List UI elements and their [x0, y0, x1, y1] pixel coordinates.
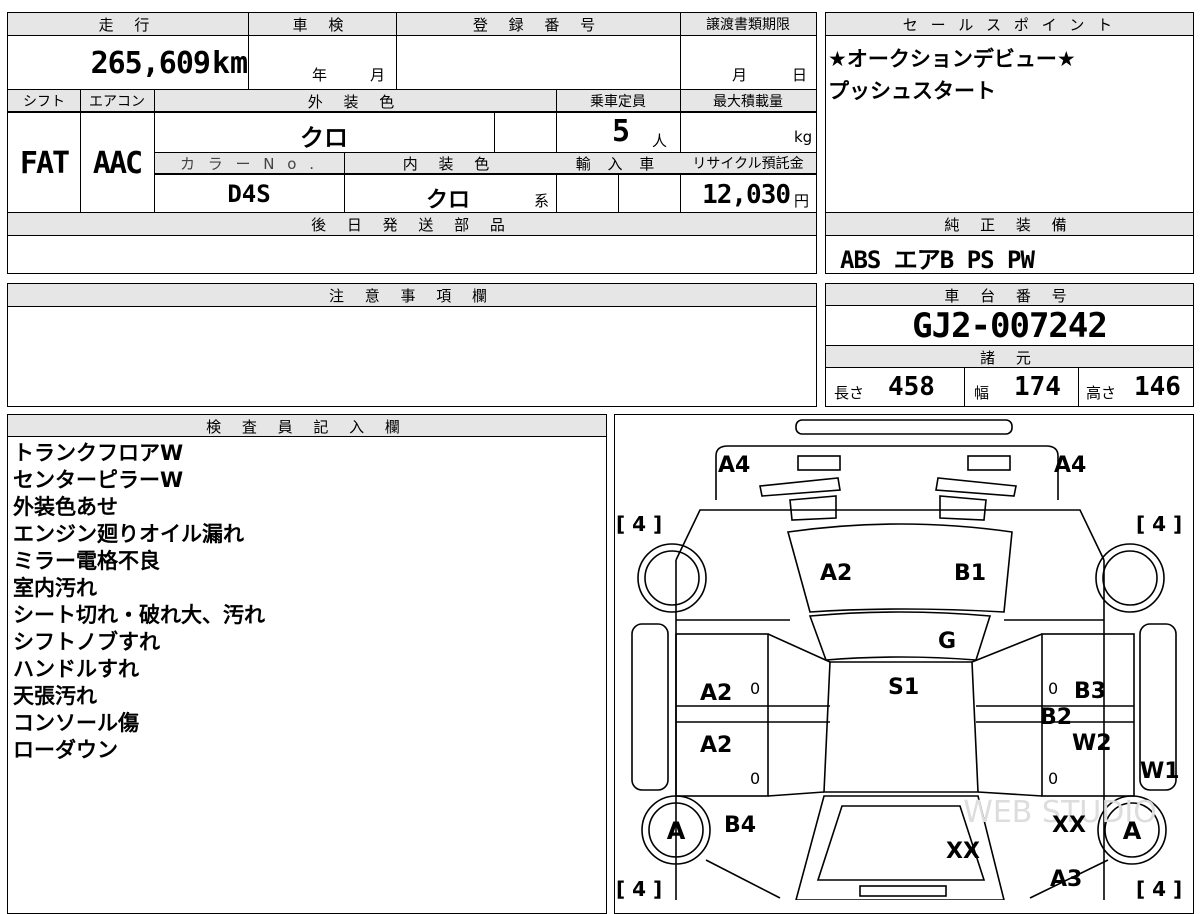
tire-mark: [ 4 ]	[616, 512, 662, 536]
inspector-note: シフトノブすれ	[13, 630, 160, 654]
mark-g-windshield: G	[938, 629, 956, 654]
shift-value: FAT	[19, 146, 70, 181]
inspector-note: コンソール傷	[13, 711, 139, 735]
width-value: 174	[1014, 372, 1061, 402]
chassis-value: GJ2-007242	[912, 306, 1108, 346]
inspector-note: 室内汚れ	[13, 576, 97, 600]
mark-b3: B3	[1074, 679, 1106, 704]
tire-mark: [ 4 ]	[1136, 877, 1182, 900]
registration-label: 登 録 番 号	[472, 16, 604, 34]
shaken-month-unit: 月	[370, 66, 386, 84]
mark-zero: 0	[750, 679, 760, 698]
inspector-notes: トランクフロアW センターピラーW 外装色あせ エンジン廻りオイル漏れ ミラー電…	[13, 440, 265, 764]
wheel-label: A	[667, 817, 686, 845]
mark-a2-hood: A2	[820, 561, 852, 586]
inspector-note: シート切れ・破れ大、汚れ	[13, 603, 265, 627]
capacity-unit: 人	[652, 132, 668, 150]
inspector-note: 天張汚れ	[13, 684, 97, 708]
mark-w2: W2	[1072, 731, 1112, 756]
car-diagram: WEB STUDIO [ 4 ] [ 4 ] [ 4 ] [ 4 ] A A A…	[616, 419, 1182, 900]
color-no-value: D4S	[227, 180, 271, 208]
recycle-unit: 円	[794, 192, 810, 210]
height-label: 高さ	[1086, 384, 1117, 402]
transfer-month-unit: 月	[732, 66, 748, 84]
transfer-deadline-label: 譲渡書類期限	[706, 17, 790, 33]
caution-label: 注 意 事 項 欄	[328, 287, 496, 305]
mark-zero: 0	[750, 769, 760, 788]
interior-color-label: 内 装 色	[402, 155, 498, 173]
recycle-value: 12,030	[702, 180, 791, 210]
sales-point-line: ★オークションデビュー★	[828, 47, 1076, 71]
capacity-value: 5	[612, 114, 631, 149]
equipment-value: ABS エアB PS PW	[840, 246, 1035, 274]
mark-xx-trunk: XX	[946, 839, 980, 864]
color-no-label: カ ラ ー N o .	[179, 155, 318, 173]
mark-b1-hood: B1	[954, 561, 986, 586]
tire-mark: [ 4 ]	[616, 877, 662, 900]
shaken-label: 車 検	[292, 16, 352, 34]
inspector-note: 外装色あせ	[13, 495, 118, 519]
import-label: 輸 入 車	[575, 155, 661, 173]
mileage-value: 265,609	[90, 46, 211, 81]
exterior-color-label: 外 装 色	[307, 93, 403, 111]
aircon-label: エアコン	[89, 94, 145, 110]
shaken-year-unit: 年	[312, 66, 328, 84]
mark-xx-right: XX	[1052, 813, 1086, 838]
equipment-label: 純 正 装 備	[944, 216, 1075, 234]
mark-s1-roof: S1	[888, 675, 919, 700]
tire-mark: [ 4 ]	[1136, 512, 1182, 536]
mark-b4: B4	[724, 813, 756, 838]
aircon-value: AAC	[92, 146, 143, 181]
mark-zero: 0	[1048, 679, 1058, 698]
inspector-note: ミラー電格不良	[13, 549, 160, 573]
recycle-label: リサイクル預託金	[692, 156, 804, 172]
mark-b2: B2	[1040, 705, 1072, 730]
inspector-note: トランクフロアW	[13, 441, 184, 465]
sales-points-label: セ ー ル ス ポ イ ン ト	[902, 16, 1117, 34]
inspector-label: 検 査 員 記 入 欄	[206, 418, 408, 436]
interior-color-value: クロ	[426, 188, 471, 213]
max-load-label: 最大積載量	[713, 94, 783, 110]
exterior-color-value: クロ	[300, 124, 348, 152]
mark-a3: A3	[1050, 867, 1082, 892]
inspector-note: ハンドルすれ	[13, 657, 139, 681]
sales-point-line: プッシュスタート	[828, 79, 996, 103]
dimensions-label: 諸 元	[980, 349, 1039, 367]
later-parts-label: 後 日 発 送 部 品	[311, 216, 513, 234]
mark-a2-rear-door: A2	[700, 733, 732, 758]
transfer-day-unit: 日	[792, 66, 808, 84]
length-label: 長さ	[834, 384, 865, 402]
capacity-label: 乗車定員	[590, 94, 646, 110]
mileage-label: 走 行	[98, 16, 158, 34]
width-label: 幅	[974, 384, 990, 402]
mark-zero: 0	[1048, 769, 1058, 788]
mark-w1: W1	[1140, 759, 1180, 784]
height-value: 146	[1134, 372, 1181, 402]
mark-a2-front-door: A2	[700, 681, 732, 706]
length-value: 458	[888, 372, 935, 402]
mark-a4-left: A4	[718, 453, 750, 478]
inspector-note: ローダウン	[13, 738, 118, 762]
mark-a4-right: A4	[1054, 453, 1086, 478]
max-load-unit: kg	[794, 128, 813, 146]
chassis-label: 車 台 番 号	[944, 287, 1075, 305]
inspector-note: センターピラーW	[13, 468, 184, 492]
mileage-unit: km	[212, 46, 249, 81]
interior-color-suffix: 系	[534, 192, 550, 210]
wheel-label: A	[1123, 817, 1142, 845]
inspector-note: エンジン廻りオイル漏れ	[13, 522, 244, 546]
shift-label: シフト	[23, 94, 65, 110]
